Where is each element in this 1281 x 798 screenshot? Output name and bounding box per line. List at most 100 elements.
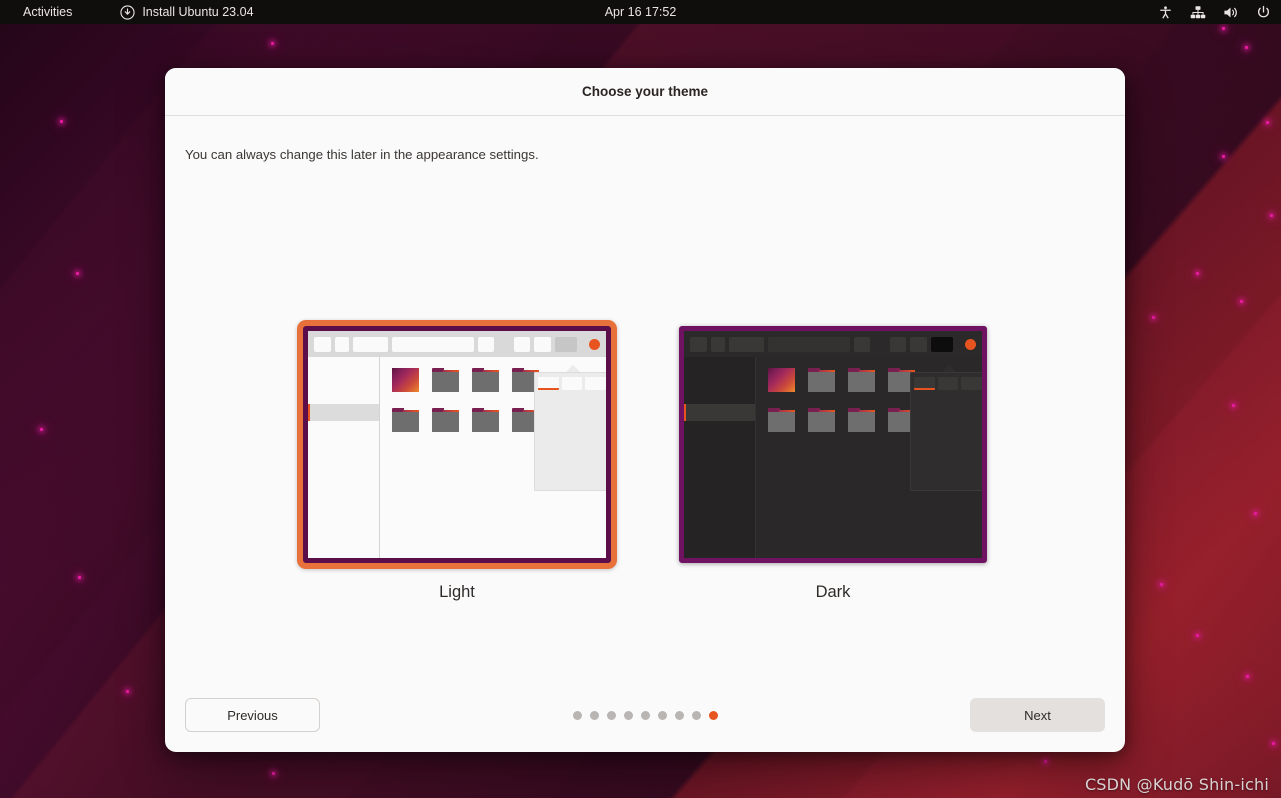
preview-popover-tab (961, 377, 982, 390)
preview-popover-tab (538, 377, 559, 390)
wallpaper-dot (1222, 155, 1225, 158)
wallpaper-dot (1196, 272, 1199, 275)
preview-popover-tab (562, 377, 583, 390)
preview-sidebar (308, 357, 380, 558)
dialog-footer: Previous Next (165, 678, 1125, 752)
wallpaper-dot (1266, 121, 1269, 124)
wallpaper-dot (271, 42, 274, 45)
theme-dark-preview (679, 326, 987, 563)
network-icon[interactable] (1190, 5, 1206, 20)
preview-popover-tab (585, 377, 606, 390)
clock-button[interactable]: Apr 16 17:52 (605, 5, 677, 19)
app-menu-button[interactable]: Install Ubuntu 23.04 (111, 0, 262, 24)
preview-header-button (478, 337, 494, 352)
preview-folder-icon (472, 368, 499, 392)
theme-dark-selection-ring[interactable] (673, 320, 993, 569)
activities-button[interactable]: Activities (14, 0, 81, 24)
preview-main-area (684, 357, 982, 558)
wallpaper-dot (1272, 742, 1275, 745)
preview-folder-icon (432, 408, 459, 432)
preview-header-menu-button (555, 337, 577, 352)
theme-options: Light (165, 320, 1125, 602)
preview-folder-icon (432, 368, 459, 392)
previous-button[interactable]: Previous (185, 698, 320, 732)
wallpaper-dot (1270, 214, 1273, 217)
preview-header-button (711, 337, 725, 352)
preview-headerbar (684, 331, 982, 357)
page-dot (658, 711, 667, 720)
preview-header-button (353, 337, 389, 352)
activities-label: Activities (23, 2, 72, 22)
preview-header-button (729, 337, 765, 352)
preview-content-area (756, 357, 982, 558)
wallpaper-dot (1160, 583, 1163, 586)
preview-folder-icon (848, 368, 875, 392)
page-dot-active (709, 711, 718, 720)
wallpaper-dot (1232, 404, 1235, 407)
preview-header-button (910, 337, 927, 352)
preview-header-menu-button (931, 337, 953, 352)
dialog-subtitle: You can always change this later in the … (185, 147, 539, 162)
preview-sidebar-selected-row (684, 404, 755, 421)
preview-folder-icon (808, 368, 835, 392)
preview-folder-icon (472, 408, 499, 432)
page-dot (641, 711, 650, 720)
preview-header-button (854, 337, 870, 352)
system-indicators[interactable] (1158, 5, 1271, 20)
installer-dialog: Choose your theme You can always change … (165, 68, 1125, 752)
preview-popover-tab (914, 377, 935, 390)
wallpaper-dot (1196, 634, 1199, 637)
page-dot (675, 711, 684, 720)
dialog-header: Choose your theme (165, 68, 1125, 116)
page-dot (607, 711, 616, 720)
power-icon[interactable] (1256, 5, 1271, 20)
preview-folder-icon (848, 408, 875, 432)
wallpaper-dot (1152, 316, 1155, 319)
theme-dark-label: Dark (816, 583, 851, 602)
preview-close-button-icon (589, 339, 600, 350)
wallpaper-dot (1240, 300, 1243, 303)
preview-popover (910, 365, 982, 491)
page-dot (590, 711, 599, 720)
next-button[interactable]: Next (970, 698, 1105, 732)
volume-icon[interactable] (1223, 5, 1239, 20)
preview-header-button (335, 337, 349, 352)
desktop: Activities Install Ubuntu 23.04 Apr 16 1… (0, 0, 1281, 798)
preview-sidebar (684, 357, 756, 558)
wallpaper-dot (78, 576, 81, 579)
top-bar: Activities Install Ubuntu 23.04 Apr 16 1… (0, 0, 1281, 24)
page-title: Choose your theme (582, 84, 708, 99)
preview-folder-icon (392, 408, 419, 432)
preview-folder-icon-selected (392, 368, 419, 392)
theme-light-selection-ring[interactable] (297, 320, 617, 569)
page-dot (573, 711, 582, 720)
wallpaper-dot (1254, 512, 1257, 515)
preview-pathbar (392, 337, 473, 352)
download-circle-icon (120, 5, 135, 20)
preview-main-area (308, 357, 606, 558)
preview-folder-icon (768, 408, 795, 432)
preview-popover-body (910, 372, 982, 491)
theme-light-preview (303, 326, 611, 563)
wallpaper-dot (1245, 46, 1248, 49)
preview-pathbar (768, 337, 849, 352)
app-title: Install Ubuntu 23.04 (142, 2, 253, 22)
theme-option-light[interactable]: Light (297, 320, 617, 602)
dialog-body: You can always change this later in the … (165, 116, 1125, 678)
page-dot (624, 711, 633, 720)
wallpaper-dot (126, 690, 129, 693)
preview-header-button (534, 337, 551, 352)
preview-content-area (380, 357, 606, 558)
wallpaper-dot (1044, 760, 1047, 763)
wallpaper-dot (76, 272, 79, 275)
preview-header-button (314, 337, 331, 352)
preview-popover-tab (938, 377, 959, 390)
preview-close-button-icon (965, 339, 976, 350)
wallpaper-dot (1222, 27, 1225, 30)
preview-folder-icon (808, 408, 835, 432)
preview-folder-icon-selected (768, 368, 795, 392)
accessibility-icon[interactable] (1158, 5, 1173, 20)
watermark-text: CSDN @Kudō Shin-ichi (1085, 775, 1269, 794)
wallpaper-dot (40, 428, 43, 431)
theme-option-dark[interactable]: Dark (673, 320, 993, 602)
